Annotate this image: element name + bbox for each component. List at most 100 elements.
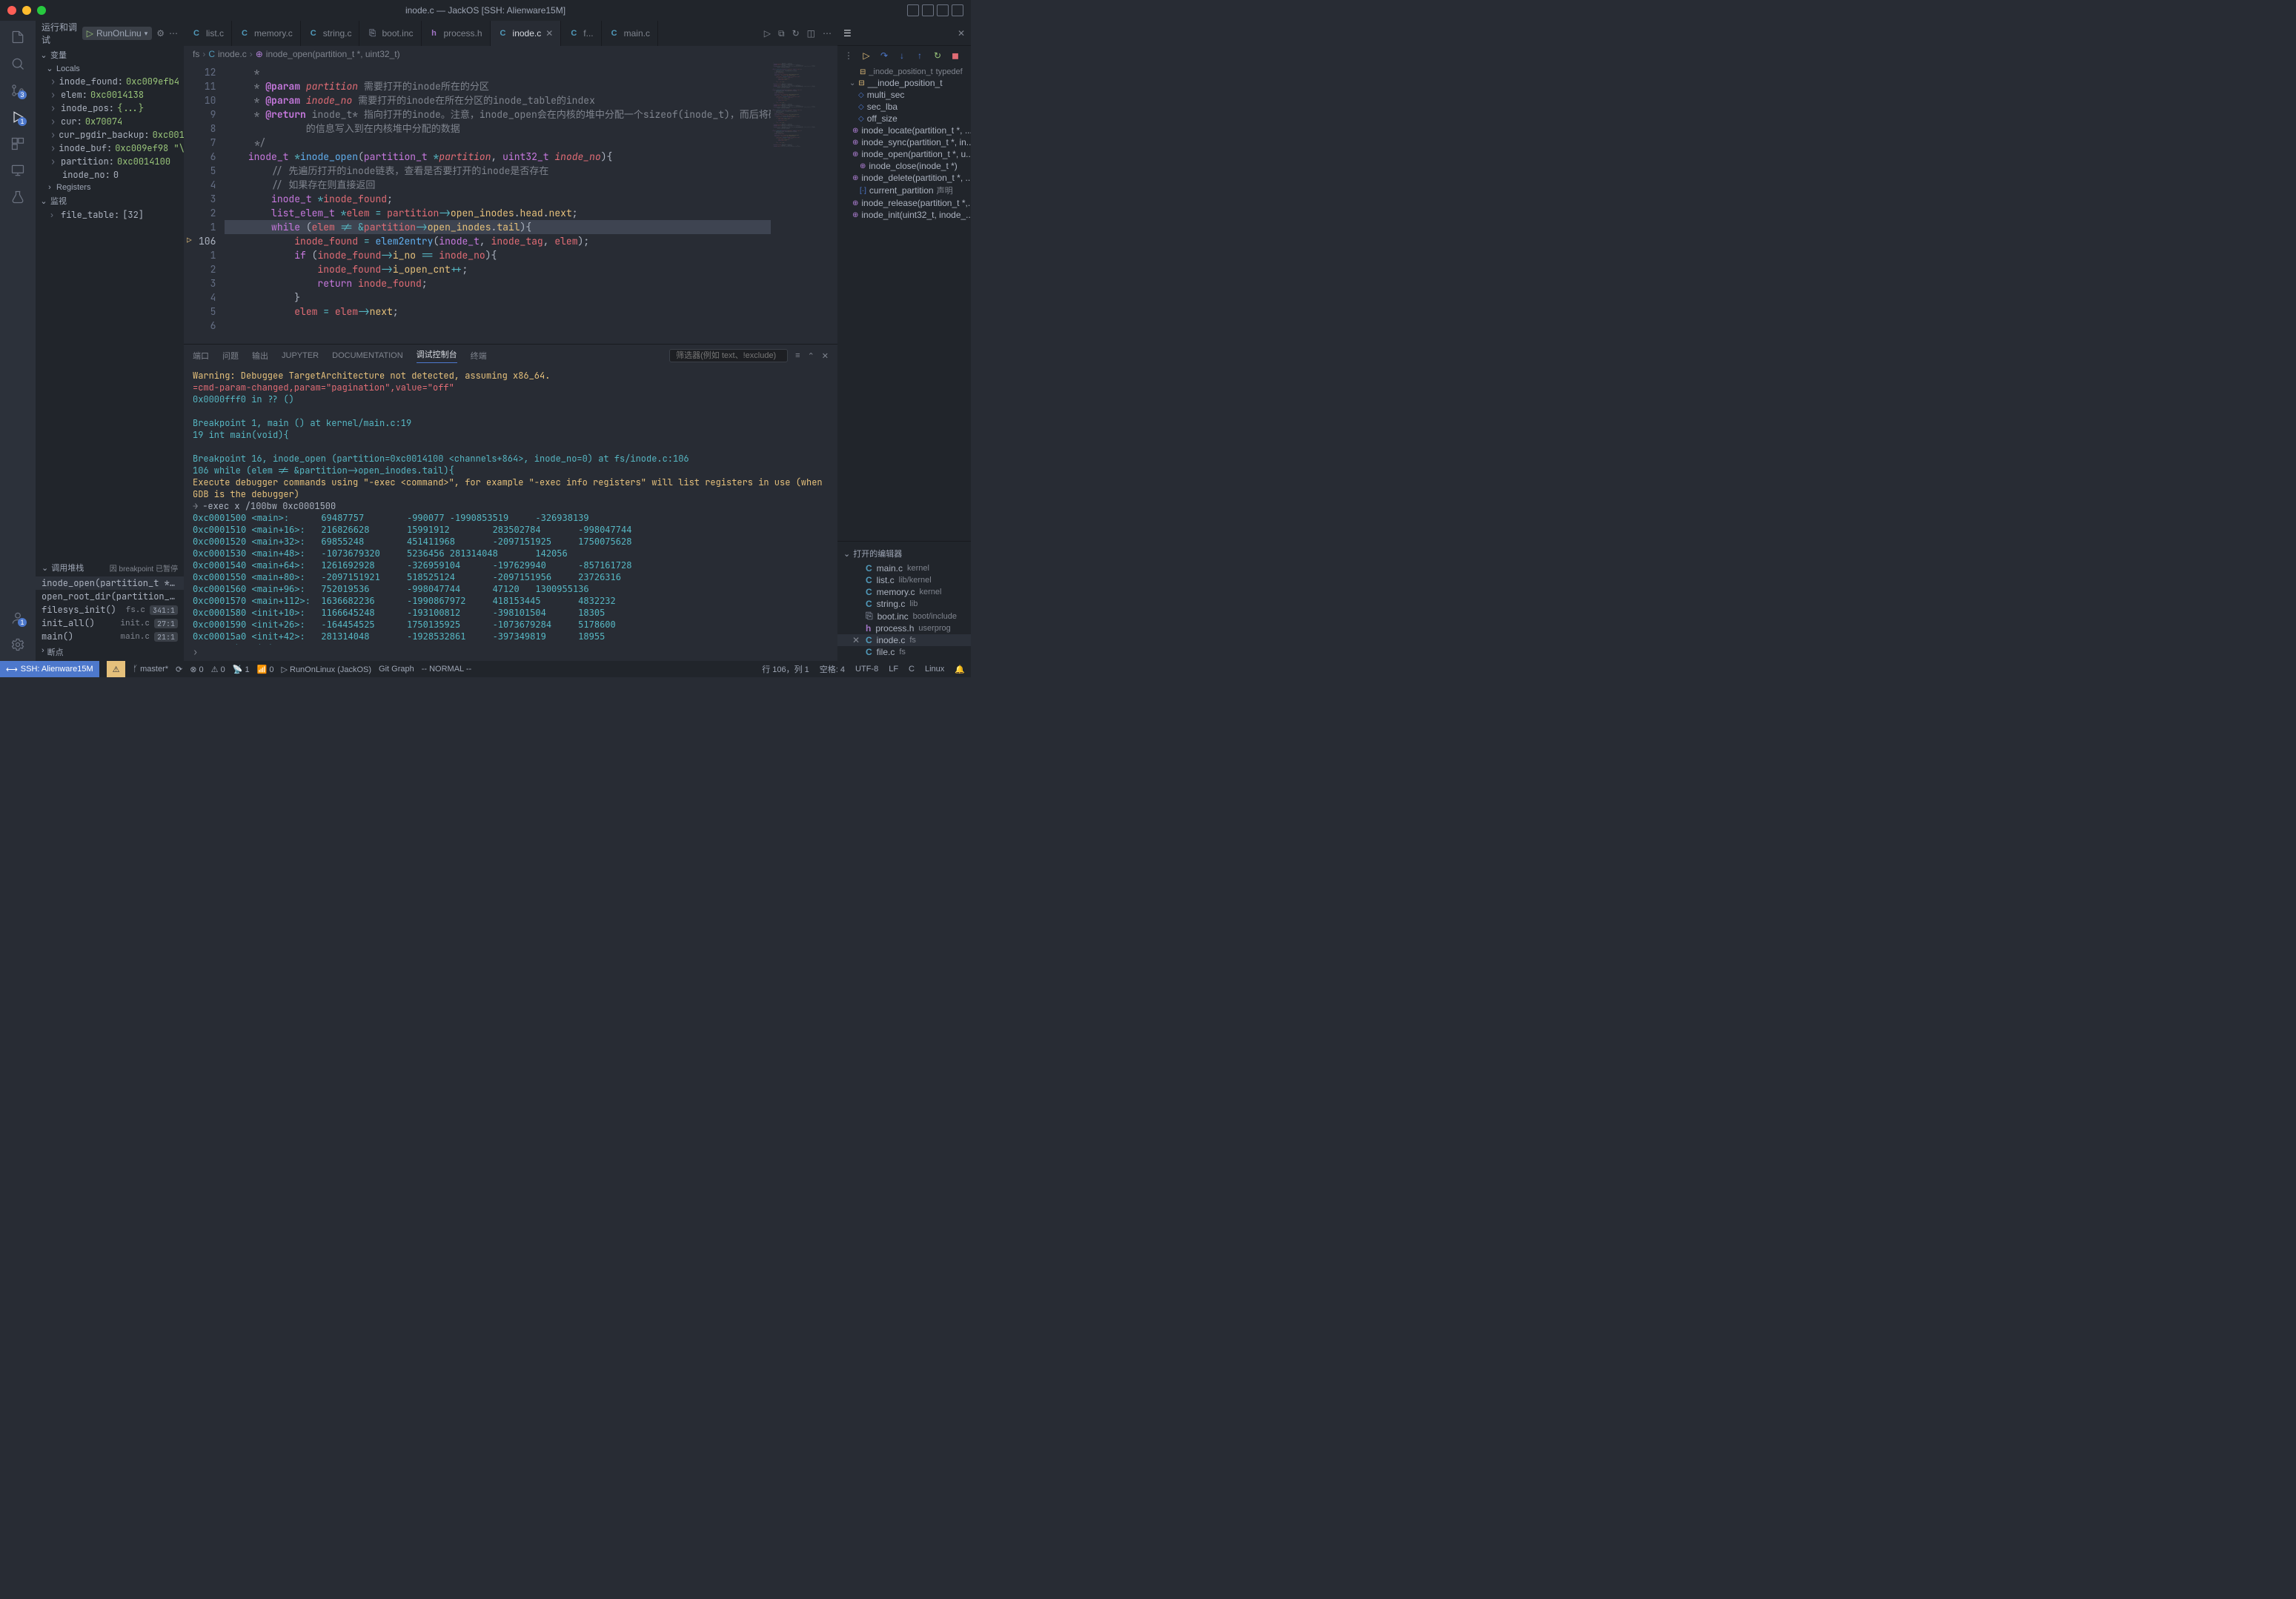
open-editor-item[interactable]: Clist.clib/kernel xyxy=(837,574,971,586)
git-graph[interactable]: Git Graph xyxy=(379,665,414,674)
history-icon[interactable]: ↻ xyxy=(792,28,800,39)
step-out-icon[interactable]: ↑ xyxy=(913,49,926,62)
minimize-window-button[interactable] xyxy=(22,6,31,15)
search-icon[interactable] xyxy=(7,53,28,74)
filter-input[interactable] xyxy=(669,349,788,362)
open-editor-item[interactable]: ⎘boot.incboot/include xyxy=(837,610,971,622)
section-watch[interactable]: ⌄监视 xyxy=(36,193,184,208)
outline-item[interactable]: ⊕inode_close(inode_t *) xyxy=(837,160,971,172)
debug-config-selector[interactable]: ▷ RunOnLinu ▾ xyxy=(82,27,152,40)
explorer-icon[interactable] xyxy=(7,27,28,47)
panel-tab[interactable]: 调试控制台 xyxy=(417,348,457,363)
os-indicator[interactable]: Linux xyxy=(925,665,944,674)
editor-tab[interactable]: Cf... xyxy=(561,21,601,46)
outline-item[interactable]: ⊕inode_init(uint32_t, inode_... xyxy=(837,209,971,221)
editor-tab[interactable]: Cinode.c✕ xyxy=(491,21,562,46)
restart-icon[interactable]: ↻ xyxy=(931,49,944,62)
variable-row[interactable]: ›elem: 0xc0014138 xyxy=(36,88,184,102)
outline-item[interactable]: [·]current_partition 声明 xyxy=(837,184,971,197)
callstack-frame[interactable]: open_root_dir(partition_t * parti xyxy=(36,590,184,603)
callstack-frame[interactable]: inode_open(partition_t * partiti xyxy=(36,576,184,590)
panel-tab[interactable]: 终端 xyxy=(471,350,487,362)
variable-row[interactable]: ›inode_pos: {...} xyxy=(36,102,184,115)
panel-tab[interactable]: 问题 xyxy=(222,350,239,362)
outline-item[interactable]: ⊟_inode_position_t typedef xyxy=(837,67,971,77)
outline-tab-icon[interactable]: ☰ xyxy=(843,28,852,39)
editor-tab[interactable]: Clist.c xyxy=(184,21,232,46)
variable-row[interactable]: inode_no: 0 xyxy=(36,168,184,182)
run-task[interactable]: ▷ RunOnLinux (JackOS) xyxy=(281,665,371,674)
run-debug-icon[interactable]: 1 xyxy=(7,107,28,127)
step-over-icon[interactable]: ↷ xyxy=(877,49,891,62)
panel-tab[interactable]: 输出 xyxy=(252,350,268,362)
breadcrumb[interactable]: fs› C inode.c› ⊕ inode_open(partition_t … xyxy=(184,46,837,62)
customize-layout-icon[interactable] xyxy=(952,4,963,16)
variable-row[interactable]: ›inode_found: 0xc009efb4 xyxy=(36,75,184,88)
forwarded-ports[interactable]: 📡 1 xyxy=(233,665,250,674)
variable-row[interactable]: ›cur_pgdir_backup: 0xc00139d0 <... xyxy=(36,128,184,142)
outline-item[interactable]: ◇off_size xyxy=(837,113,971,124)
close-tab-icon[interactable]: ✕ xyxy=(545,28,553,39)
source-control-icon[interactable]: 3 xyxy=(7,80,28,101)
step-into-icon[interactable]: ↓ xyxy=(895,49,909,62)
accounts-icon[interactable]: 1 xyxy=(7,608,28,628)
split-icon[interactable]: ◫ xyxy=(807,28,815,39)
debug-line-icon[interactable]: ⋮ xyxy=(842,49,855,62)
line-gutter[interactable]: 121110987654321106123456 xyxy=(184,62,225,344)
editor-tab[interactable]: ⎘boot.inc xyxy=(359,21,421,46)
variable-row[interactable]: ›inode_buf: 0xc009ef98 "\330\35... xyxy=(36,142,184,155)
errors-count[interactable]: ⊗ 0 xyxy=(190,665,203,674)
editor-tab[interactable]: Cmain.c xyxy=(602,21,658,46)
outline-item[interactable]: ◇multi_sec xyxy=(837,89,971,101)
debug-console-input[interactable]: › xyxy=(184,645,837,661)
close-window-button[interactable] xyxy=(7,6,16,15)
extensions-icon[interactable] xyxy=(7,133,28,154)
panel-close-icon[interactable]: ✕ xyxy=(822,351,829,361)
section-callstack[interactable]: ⌄调用堆栈 因 breakpoint 已暂停 xyxy=(36,559,184,576)
section-variables[interactable]: ⌄变量 xyxy=(36,47,184,62)
variable-row[interactable]: ›partition: 0xc0014100 xyxy=(36,155,184,168)
debug-console-body[interactable]: Warning: Debuggee TargetArchitecture not… xyxy=(184,367,837,645)
status-warning-badge[interactable]: ⚠ xyxy=(107,661,126,677)
open-editor-item[interactable]: Cmain.ckernel xyxy=(837,562,971,574)
maximize-window-button[interactable] xyxy=(37,6,46,15)
open-editor-item[interactable]: Cmemory.ckernel xyxy=(837,586,971,598)
section-breakpoints[interactable]: ›断点 xyxy=(36,643,184,661)
sync-icon[interactable]: ⟳ xyxy=(176,665,182,674)
git-branch[interactable]: ᚶ master* xyxy=(133,665,168,674)
outline-item[interactable]: ◇sec_lba xyxy=(837,101,971,113)
eol[interactable]: LF xyxy=(889,665,898,674)
editor-tab[interactable]: Cstring.c xyxy=(301,21,360,46)
callstack-frame[interactable]: init_all()init.c27:1 xyxy=(36,616,184,630)
section-locals[interactable]: ⌄Locals xyxy=(36,62,184,75)
panel-tab[interactable]: 端口 xyxy=(193,350,209,362)
panel-settings-icon[interactable]: ≡ xyxy=(795,351,800,360)
more-icon[interactable]: ⋯ xyxy=(169,28,178,39)
outline-item[interactable]: ⊕inode_sync(partition_t *, in... xyxy=(837,136,971,148)
close-editor-icon[interactable]: ✕ xyxy=(852,635,861,645)
notifications-icon[interactable]: 🔔 xyxy=(955,665,965,674)
settings-gear-icon[interactable] xyxy=(7,634,28,655)
toggle-panel-left-icon[interactable] xyxy=(907,4,919,16)
open-editor-item[interactable]: Cstring.clib xyxy=(837,598,971,610)
more-actions-icon[interactable]: ⋯ xyxy=(823,28,832,39)
run-file-icon[interactable]: ▷ xyxy=(764,28,771,39)
callstack-frame[interactable]: filesys_init()fs.c341:1 xyxy=(36,603,184,616)
stop-icon[interactable]: ◼ xyxy=(949,49,962,62)
outline-item[interactable]: ⊕inode_release(partition_t *,... xyxy=(837,197,971,209)
open-editor-item[interactable]: Cfile.cfs xyxy=(837,646,971,658)
indent-setting[interactable]: 空格: 4 xyxy=(820,663,845,675)
toggle-panel-bottom-icon[interactable] xyxy=(922,4,934,16)
callstack-frame[interactable]: main()main.c21:1 xyxy=(36,630,184,643)
variable-row[interactable]: ›cur: 0x70074 xyxy=(36,115,184,128)
cursor-position[interactable]: 行 106，列 1 xyxy=(762,663,809,675)
code-editor[interactable]: * * @param partition 需要打开的inode所在的分区 * @… xyxy=(225,62,771,344)
section-registers[interactable]: ›Registers xyxy=(36,182,184,193)
panel-maximize-icon[interactable]: ⌃ xyxy=(808,351,814,361)
open-editor-item[interactable]: hprocess.huserprog xyxy=(837,622,971,634)
outline-item[interactable]: ⊕inode_open(partition_t *, u... xyxy=(837,148,971,160)
gear-icon[interactable]: ⚙ xyxy=(156,28,165,39)
open-editors-title[interactable]: ⌄打开的编辑器 xyxy=(837,545,971,562)
continue-icon[interactable]: ▷ xyxy=(860,49,873,62)
compare-icon[interactable]: ⧉ xyxy=(778,28,785,39)
